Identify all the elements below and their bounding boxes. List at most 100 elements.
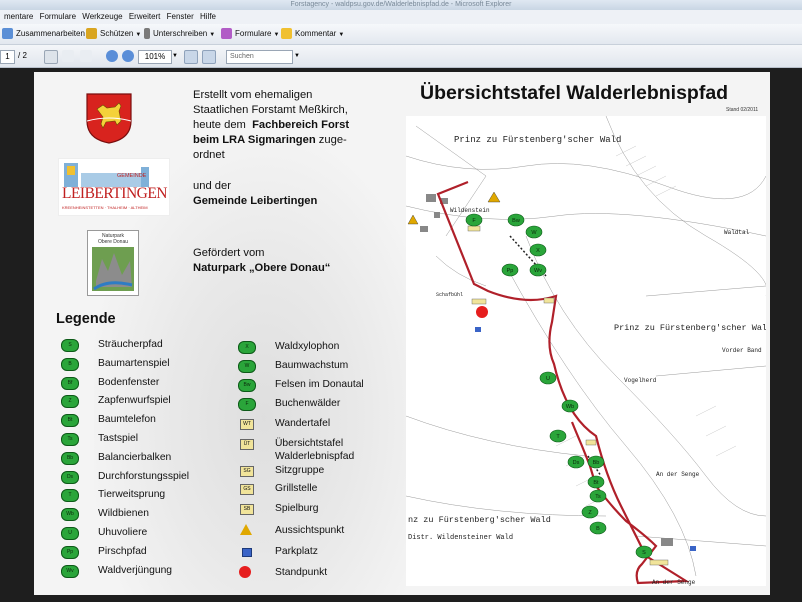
- station-marker-icon: U: [61, 527, 79, 540]
- trail-station-marker: Ds: [567, 455, 585, 469]
- grillstelle-sign: [585, 439, 597, 446]
- sign-marker-icon: WT: [240, 419, 254, 430]
- station-marker-icon: B: [61, 357, 79, 371]
- legend-title: Legende: [56, 311, 116, 327]
- trail-station-marker: S: [635, 545, 653, 559]
- credit-block-gemeinde: und der Gemeinde Leibertingen: [193, 180, 318, 207]
- legend-label: Aussichtspunkt: [275, 525, 345, 536]
- fit-page-icon[interactable]: [184, 50, 198, 64]
- trail-map: F Bw W X Wv Pp U Wb T Ds Bb Bt Ts Z B S Prinz zu Fürste…: [406, 116, 766, 586]
- menu-fenster[interactable]: Fenster: [167, 10, 194, 24]
- sign-marker-icon: SG: [240, 466, 254, 477]
- svg-text:U: U: [546, 376, 550, 382]
- fit-width-icon[interactable]: [202, 50, 216, 64]
- unterschreiben-button[interactable]: Unterschreiben ▼: [144, 27, 215, 41]
- legend-label: Balancierbalken: [98, 451, 172, 463]
- trail-station-marker: Pp: [501, 263, 519, 277]
- map-label-distr: Distr. Wildensteiner Wald: [408, 534, 513, 542]
- station-marker-icon: S: [61, 339, 79, 352]
- zoom-dropdown-icon[interactable]: ▼: [172, 50, 178, 62]
- legend-label: Standpunkt: [275, 567, 328, 578]
- page-number-input[interactable]: 1: [0, 50, 15, 64]
- legend-label: Waldverjüngung: [98, 564, 173, 576]
- coat-of-arms-icon: [86, 93, 132, 144]
- window-titlebar: Forstagency - waldpsu.gov.de/Walderlebni…: [0, 0, 802, 10]
- menu-erweitert[interactable]: Erweitert: [129, 10, 161, 24]
- svg-text:B: B: [596, 526, 600, 532]
- legend-label: Durchforstungsspiel: [98, 470, 189, 482]
- menu-kommentare[interactable]: mentare: [4, 10, 33, 24]
- search-dropdown-icon[interactable]: ▼: [294, 50, 300, 62]
- svg-text:Wb: Wb: [566, 404, 574, 410]
- uebersichtstafel-sign: [467, 225, 481, 232]
- hand-tool-icon[interactable]: [62, 50, 74, 62]
- leibertingen-logo: GEMEINDE LEIBERTINGEN KREENHEINSTETTEN ·…: [58, 158, 170, 216]
- sign-marker-icon: SB: [240, 504, 254, 515]
- marquee-zoom-icon[interactable]: [80, 50, 92, 62]
- legend-label: Baumtelefon: [98, 414, 156, 426]
- menu-formulare[interactable]: Formulare: [40, 10, 76, 24]
- standpunkt-marker: [476, 306, 488, 318]
- menu-hilfe[interactable]: Hilfe: [200, 10, 216, 24]
- credit-block-forstamt: Erstellt vom ehemaligen Staatlichen Fors…: [193, 89, 350, 161]
- map-title: Übersichtstafel Walderlebnispfad: [420, 82, 729, 104]
- trail-station-marker: Wb: [561, 399, 579, 413]
- station-marker-icon: Z: [61, 395, 79, 409]
- legend-label: Zapfenwurfspiel: [98, 395, 171, 407]
- kommentar-button[interactable]: Kommentar ▼: [281, 27, 344, 41]
- map-label-vorder-band: Vorder Band: [722, 347, 762, 354]
- svg-text:Bw: Bw: [512, 218, 520, 224]
- trail-station-marker: U: [539, 371, 557, 385]
- sign-marker-icon: GS: [240, 484, 254, 495]
- legend-label: Wandertafel: [275, 418, 331, 429]
- map-label-wald-south: nz zu Fürstenberg'scher Wald: [408, 515, 551, 525]
- trail-station-marker: Wv: [529, 263, 547, 277]
- station-marker-icon: Ds: [61, 470, 79, 484]
- lock-icon: [86, 28, 97, 40]
- station-marker-icon: Wb: [61, 508, 79, 522]
- pen-icon: [144, 28, 150, 40]
- station-marker-icon: Ts: [61, 433, 79, 446]
- svg-text:Ts: Ts: [595, 494, 601, 500]
- trail-station-marker: Bt: [587, 475, 605, 489]
- legend-label: Wildbienen: [98, 508, 149, 520]
- search-input[interactable]: Suchen: [226, 50, 293, 64]
- trail-station-marker: Z: [581, 505, 599, 519]
- map-stand-date: Stand 02/2011: [726, 107, 759, 113]
- form-icon: [221, 28, 232, 40]
- formulare-button[interactable]: Formulare ▼: [221, 27, 279, 41]
- station-marker-icon: Bt: [61, 414, 79, 428]
- zusammenarbeiten-button[interactable]: Zusammenarbeiten▼: [2, 27, 93, 41]
- station-marker-icon: Bw: [238, 379, 256, 392]
- station-marker-icon: Pp: [61, 545, 79, 559]
- legend-label: Uhuvoliere: [98, 527, 148, 538]
- trail-station-marker: Bb: [587, 455, 605, 469]
- parking-square-icon: [242, 548, 252, 557]
- aussichtspunkt-icon: [487, 191, 501, 203]
- zoom-input[interactable]: 101%: [138, 50, 172, 64]
- map-labels: Prinz zu Fürstenberg'scher Wald Prinz zu…: [408, 135, 766, 586]
- naturpark-landscape-icon: [92, 247, 134, 291]
- parking-icon: [475, 327, 481, 332]
- svg-text:X: X: [536, 248, 540, 254]
- trail-map-drawing: F Bw W X Wv Pp U Wb T Ds Bb Bt Ts Z B S Prinz zu Fürste…: [406, 116, 766, 586]
- schuetzen-button[interactable]: Schützen ▼: [86, 27, 141, 41]
- naturpark-logo: Naturpark Obere Donau: [87, 230, 139, 296]
- legend-label: Baumartenspiel: [98, 357, 170, 369]
- wandertafel-sign: [471, 298, 487, 305]
- svg-text:W: W: [531, 230, 537, 236]
- viewpoint-triangle-icon: [240, 524, 252, 535]
- legend-label: Bodenfenster: [98, 376, 160, 388]
- menu-werkzeuge[interactable]: Werkzeuge: [82, 10, 122, 24]
- legend-label-line2: Walderlebnispfad: [275, 451, 355, 462]
- zoom-out-icon[interactable]: [106, 50, 118, 62]
- trail-station-marker: Ts: [589, 489, 607, 503]
- legend-label: Waldxylophon: [275, 341, 340, 352]
- trail-stations: F Bw W X Wv Pp U Wb T Ds Bb Bt Ts Z B S: [465, 213, 653, 559]
- svg-text:Ds: Ds: [573, 460, 580, 466]
- svg-text:S: S: [642, 550, 646, 556]
- select-tool-icon[interactable]: [44, 50, 58, 64]
- legend-label: Spielburg: [275, 503, 319, 514]
- window-title: Forstagency - waldpsu.gov.de/Walderlebni…: [290, 1, 512, 8]
- zoom-in-icon[interactable]: [122, 50, 134, 62]
